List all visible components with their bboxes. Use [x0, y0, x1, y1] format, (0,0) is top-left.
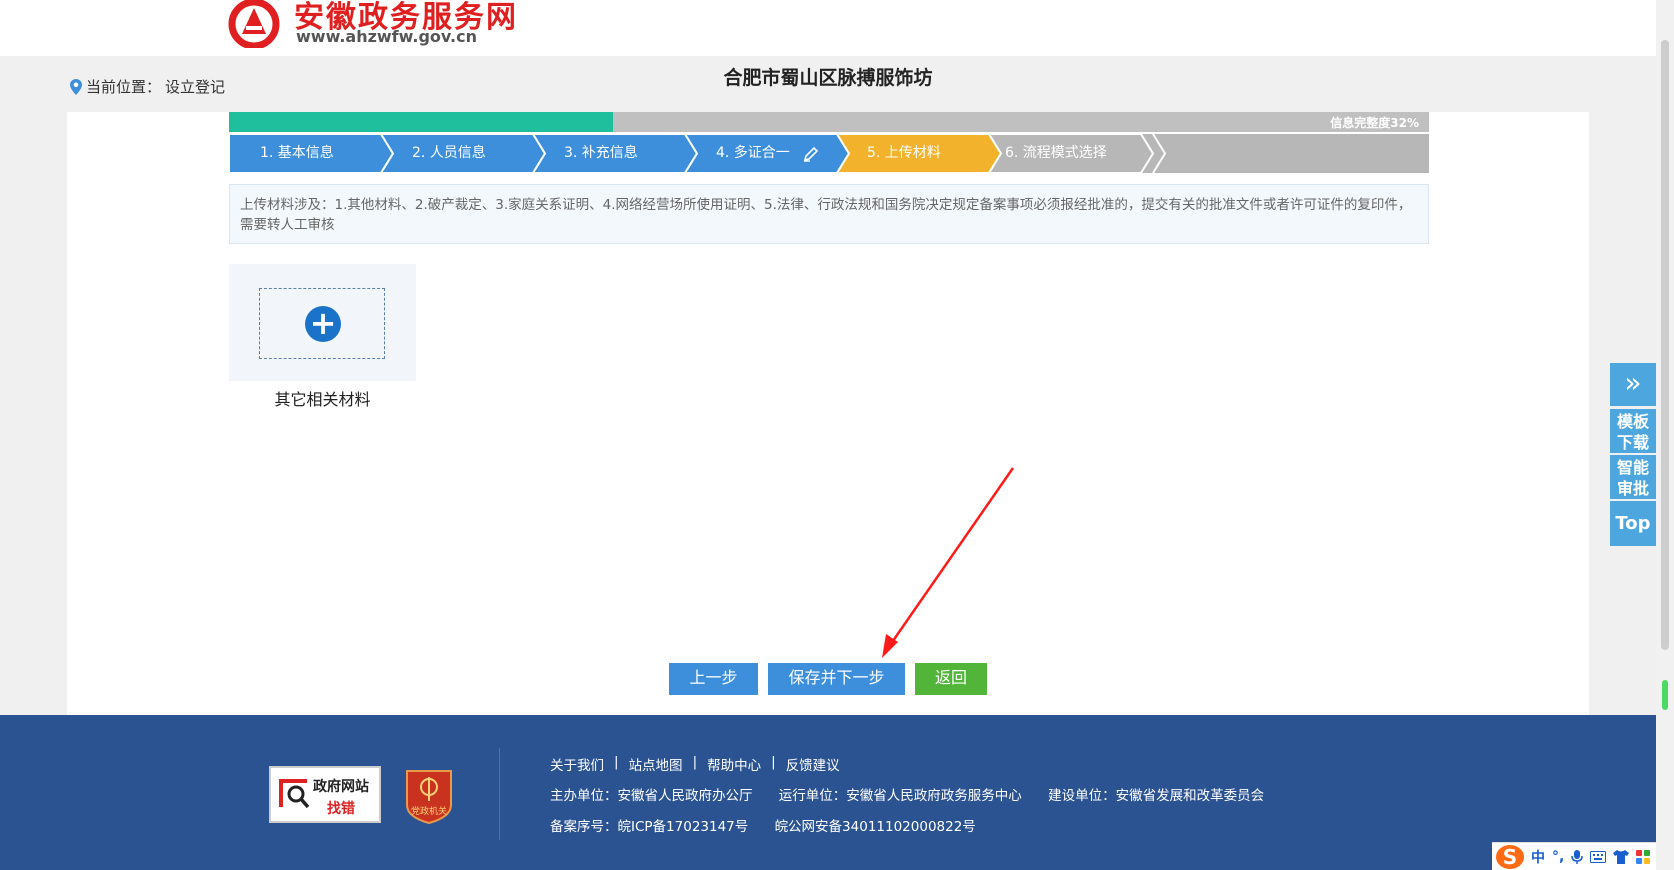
- footer-link-separator: |: [614, 754, 619, 770]
- ime-punctuation-toggle[interactable]: °,: [1552, 849, 1564, 865]
- step-personnel-info[interactable]: 2. 人员信息: [412, 134, 486, 173]
- step-chevron-tail: [1152, 134, 1167, 173]
- sogou-ime-icon[interactable]: S: [1496, 844, 1524, 869]
- skin-shirt-icon[interactable]: [1613, 849, 1630, 864]
- step-wizard: 1. 基本信息 2. 人员信息 3. 补充信息 4. 多证合一 5. 上传材料 …: [229, 134, 1429, 173]
- completeness-progress: 信息完整度32%: [229, 112, 1429, 132]
- upload-other-materials[interactable]: +: [229, 264, 416, 381]
- gov-site-error-report-badge[interactable]: 政府网站 找错: [269, 766, 381, 823]
- keyboard-icon[interactable]: [1590, 850, 1607, 863]
- footer-link-help[interactable]: 帮助中心: [707, 754, 761, 774]
- gov-badge-subtitle: 找错: [327, 801, 355, 817]
- footer-links: 关于我们 | 站点地图 | 帮助中心 | 反馈建议: [550, 754, 840, 774]
- footer-link-separator: |: [692, 754, 698, 770]
- party-badge-label: 党政机关: [410, 807, 447, 817]
- template-download-label-2: 下载: [1616, 433, 1649, 452]
- footer-icp[interactable]: 备案序号：皖ICP备17023147号: [550, 819, 748, 835]
- site-logo-icon[interactable]: [228, 0, 284, 48]
- scrollbar-thumb[interactable]: [1661, 40, 1669, 650]
- footer-link-sitemap[interactable]: 站点地图: [629, 754, 683, 774]
- magnifier-icon: [279, 779, 310, 809]
- upload-notice: 上传材料涉及：1.其他材料、2.破产裁定、3.家庭关系证明、4.网络经营场所使用…: [229, 184, 1429, 244]
- page-scrollbar[interactable]: [1656, 0, 1674, 870]
- back-to-top-button[interactable]: Top: [1610, 501, 1656, 546]
- party-government-badge[interactable]: 党政机关: [403, 765, 455, 825]
- ime-mode-toggle[interactable]: 中: [1531, 847, 1545, 867]
- step-basic-info[interactable]: 1. 基本信息: [260, 134, 334, 173]
- footer-link-separator: |: [771, 754, 776, 770]
- gov-badge-title: 政府网站: [313, 779, 369, 795]
- completeness-text: 信息完整度32%: [1330, 116, 1419, 130]
- smart-approval-button[interactable]: 智能 审批: [1610, 455, 1656, 499]
- footer-police-record[interactable]: 皖公网安备34011102000822号: [775, 819, 976, 835]
- step-process-mode[interactable]: 6. 流程模式选择: [1005, 134, 1107, 173]
- site-url: www.ahzwfw.gov.cn: [296, 27, 477, 46]
- footer-sponsor: 主办单位：安徽省人民政府办公厅: [550, 788, 753, 804]
- footer-builder: 建设单位：安徽省发展和改革委员会: [1048, 788, 1265, 804]
- smart-approval-label-1: 智能: [1616, 458, 1649, 477]
- site-footer: 政府网站 找错 党政机关 关于我们 | 站点地图 | 帮助中心 | 反馈建议 主…: [0, 715, 1656, 870]
- step-wizard-shapes: [229, 134, 1167, 173]
- back-button[interactable]: 返回: [915, 663, 987, 695]
- completeness-progress-fill: [229, 112, 613, 132]
- add-icon[interactable]: +: [305, 306, 341, 342]
- template-download-button[interactable]: 模板 下载: [1610, 409, 1656, 453]
- footer-divider: [499, 748, 500, 840]
- site-header: 安徽政务服务网 www.ahzwfw.gov.cn: [0, 0, 1656, 56]
- footer-operator: 运行单位：安徽省人民政府政务服务中心: [778, 788, 1022, 804]
- prev-step-button[interactable]: 上一步: [669, 663, 758, 695]
- template-download-label-1: 模板: [1616, 412, 1649, 431]
- side-expand-button[interactable]: »: [1610, 363, 1656, 406]
- upload-label: 其它相关材料: [274, 390, 371, 409]
- microphone-icon[interactable]: [1571, 849, 1584, 865]
- step-multi-certificate[interactable]: 4. 多证合一: [716, 134, 790, 173]
- footer-link-about[interactable]: 关于我们: [550, 754, 604, 774]
- toolbox-grid-icon[interactable]: [1636, 849, 1651, 864]
- smart-approval-label-2: 审批: [1616, 479, 1649, 498]
- footer-units: 主办单位：安徽省人民政府办公厅 运行单位：安徽省人民政府政务服务中心 建设单位：…: [550, 784, 1286, 804]
- footer-records: 备案序号：皖ICP备17023147号 皖公网安备34011102000822号: [550, 815, 998, 835]
- page-title: 合肥市蜀山区脉搏服饰坊: [723, 67, 933, 89]
- save-next-button[interactable]: 保存并下一步: [768, 663, 905, 695]
- step-upload-materials[interactable]: 5. 上传材料: [867, 134, 941, 173]
- pencil-icon: [803, 146, 819, 162]
- upload-dropzone[interactable]: +: [259, 288, 385, 359]
- footer-link-feedback[interactable]: 反馈建议: [786, 754, 840, 774]
- step-supplement-info[interactable]: 3. 补充信息: [564, 134, 638, 173]
- scrollbar-indicator: [1662, 680, 1668, 710]
- ime-toolbar: S 中 °,: [1492, 842, 1656, 870]
